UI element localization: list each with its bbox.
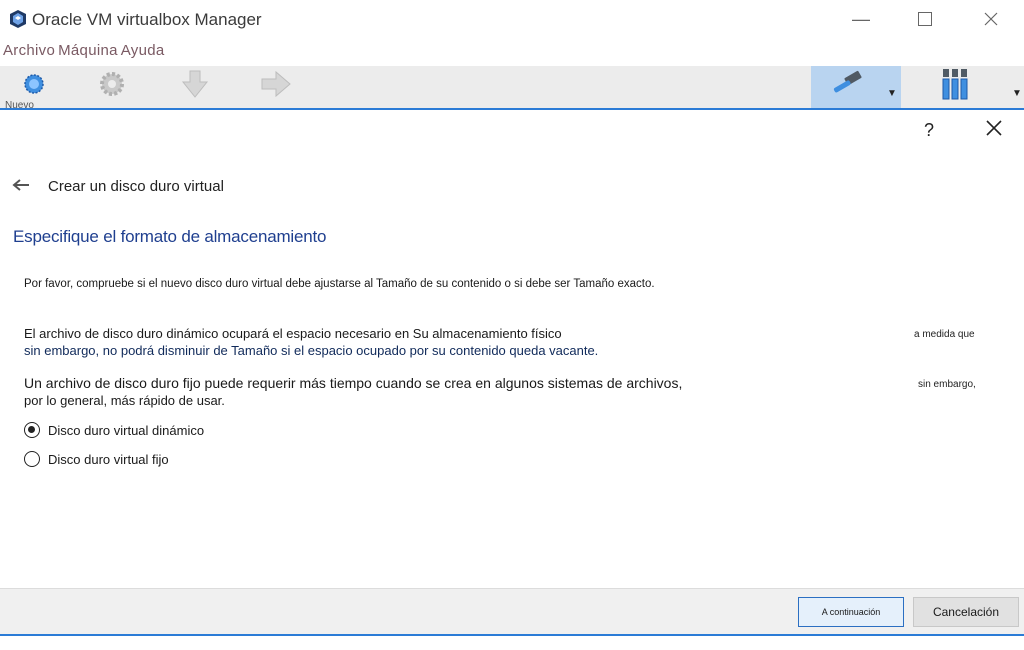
title-bar: Oracle VM virtualbox Manager — xyxy=(0,0,1024,40)
settings-icon xyxy=(97,69,127,104)
help-button[interactable]: ? xyxy=(924,120,934,141)
wizard-footer: A continuación Cancelación xyxy=(0,588,1024,635)
virtualbox-logo-icon xyxy=(8,9,28,29)
machine-tools-dropdown-icon[interactable]: ▼ xyxy=(887,88,897,99)
window-close-button[interactable] xyxy=(968,6,1014,32)
start-button[interactable] xyxy=(256,68,296,104)
new-icon xyxy=(22,72,46,101)
dynamic-side-note: a medida que xyxy=(914,329,975,340)
global-tools-icon xyxy=(939,67,971,106)
cancel-button[interactable]: Cancelación xyxy=(913,597,1019,627)
minimize-button[interactable]: — xyxy=(838,6,884,32)
maximize-button[interactable] xyxy=(902,6,948,32)
machine-tools-icon-wrap xyxy=(827,68,867,104)
next-button[interactable]: A continuación xyxy=(798,597,904,627)
discard-icon xyxy=(179,68,211,105)
bottom-accent-line xyxy=(0,634,1024,636)
fixed-description-line2: por lo general, más rápido de usar. xyxy=(24,393,225,408)
section-title: Especifique el formato de almacenamiento xyxy=(13,227,327,246)
dynamic-description-line1: El archivo de disco duro dinámico ocupar… xyxy=(24,326,562,341)
menu-ayuda[interactable]: Ayuda xyxy=(121,42,165,59)
back-arrow-icon[interactable] xyxy=(12,176,30,197)
menu-maquina[interactable]: Máquina xyxy=(58,42,118,59)
window-title: Oracle VM virtualbox Manager xyxy=(32,10,262,29)
menu-archivo[interactable]: Archivo xyxy=(3,42,55,59)
option-fixed[interactable]: Disco duro virtual fijo xyxy=(24,451,169,467)
option-dynamic[interactable]: Disco duro virtual dinámico xyxy=(24,422,204,438)
intro-paragraph: Por favor, compruebe si el nuevo disco d… xyxy=(24,278,655,290)
new-button[interactable] xyxy=(14,68,54,104)
wizard-title: Crear un disco duro virtual xyxy=(48,178,224,195)
radio-fixed-label: Disco duro virtual fijo xyxy=(48,451,169,467)
fixed-description-line1: Un archivo de disco duro fijo puede requ… xyxy=(24,375,683,391)
discard-button[interactable] xyxy=(175,68,215,104)
fixed-side-note: sin embargo, xyxy=(918,379,976,390)
dialog-close-button[interactable] xyxy=(986,116,1002,142)
global-tools-dropdown-icon[interactable]: ▼ xyxy=(1012,88,1022,99)
machine-tools-icon xyxy=(829,68,865,105)
radio-dynamic-label: Disco duro virtual dinámico xyxy=(48,422,205,438)
settings-button[interactable] xyxy=(92,68,132,104)
global-tools-button[interactable] xyxy=(935,68,975,104)
fixed-description: Un archivo de disco duro fijo puede requ… xyxy=(24,375,1004,409)
create-disk-wizard: ? Crear un disco duro virtual Especifiqu… xyxy=(0,110,1024,650)
toolbar: Nuevo ▼ ▼ xyxy=(0,66,1024,110)
menu-bar: Archivo Máquina Ayuda xyxy=(0,42,165,64)
radio-fixed[interactable] xyxy=(24,451,40,467)
dynamic-description: El archivo de disco duro dinámico ocupar… xyxy=(24,325,1004,359)
radio-dynamic[interactable] xyxy=(24,422,40,438)
dynamic-description-line2: sin embargo, no podrá disminuir de Tamañ… xyxy=(24,343,599,358)
start-icon xyxy=(259,68,293,105)
new-label: Nuevo xyxy=(5,100,34,108)
